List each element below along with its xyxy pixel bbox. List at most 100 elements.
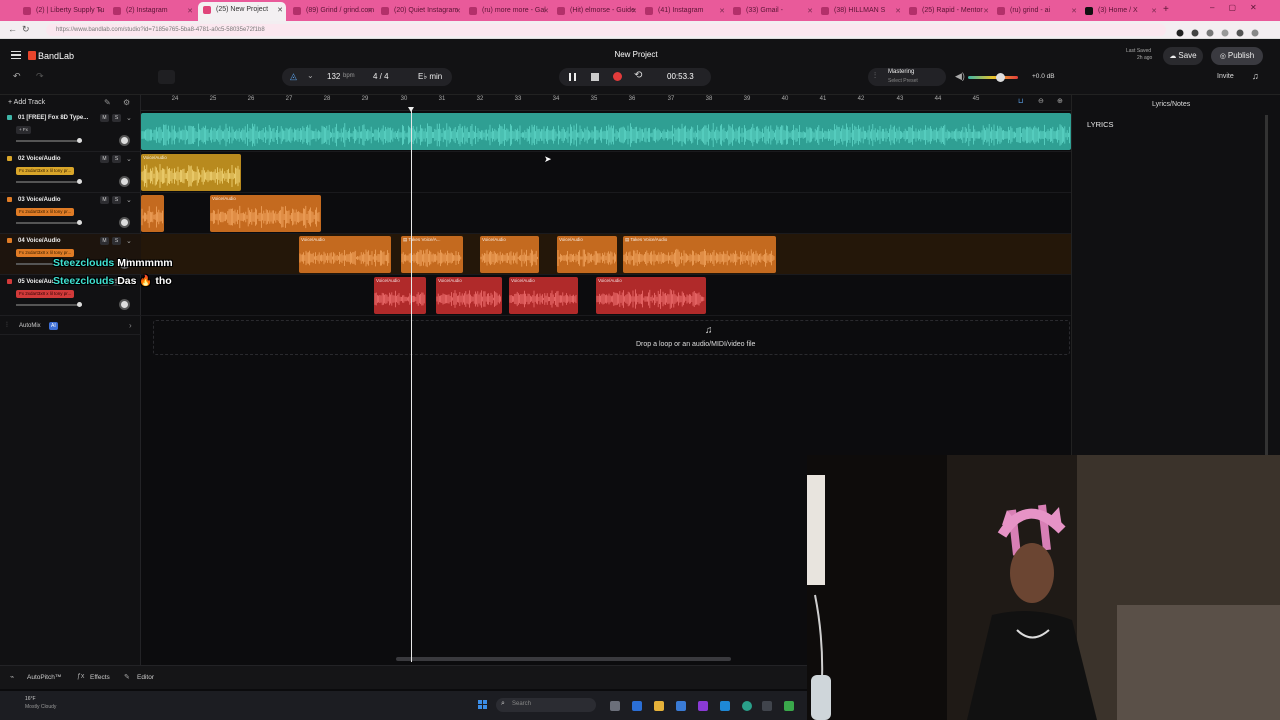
track-volume-slider[interactable] (16, 179, 82, 184)
audio-clip[interactable]: Voice/Audio (299, 236, 391, 273)
close-icon[interactable]: ✕ (1151, 7, 1157, 15)
bpm-value[interactable]: 132 (327, 72, 340, 81)
browser-tab[interactable]: (38) HILLMAN S ✕ (816, 3, 904, 19)
close-icon[interactable]: ✕ (983, 7, 989, 15)
add-track-button[interactable]: + Add Track (8, 99, 45, 106)
track-lane-2[interactable]: Voice/Audio (141, 152, 1071, 193)
back-icon[interactable]: ← (8, 24, 17, 34)
close-icon[interactable]: ✕ (187, 7, 193, 15)
audio-clip[interactable]: Voice/Audio (557, 236, 617, 273)
speaker-icon[interactable]: ◀) (955, 71, 965, 82)
effects-tab[interactable]: Effects (90, 674, 110, 681)
master-volume-slider[interactable] (968, 73, 1018, 82)
track-fx-button[interactable]: Fx 2xdart3x8 x lil tony pr... (16, 167, 75, 175)
audio-clip[interactable]: Voice/Audio (374, 277, 426, 314)
audio-clip[interactable]: Voice/Audio (596, 277, 706, 314)
chevron-down-icon[interactable]: ⌄ (307, 71, 314, 80)
pan-knob[interactable] (119, 176, 130, 187)
zoom-in-icon[interactable]: ⊕ (1057, 97, 1063, 105)
tool-pencil-icon[interactable]: ✎ (104, 98, 111, 107)
key-signature[interactable]: E♭ min (418, 72, 442, 81)
track-fx-button[interactable]: + Fx (16, 126, 31, 134)
chevron-right-icon[interactable]: › (129, 321, 132, 330)
mute-button[interactable]: M (100, 237, 109, 245)
close-icon[interactable]: ✕ (455, 7, 461, 15)
audio-clip[interactable]: Voice/Audio (210, 195, 321, 232)
zoom-out-icon[interactable]: ⊖ (1038, 97, 1044, 105)
metronome-icon[interactable]: ◬ (290, 71, 297, 82)
browser-tab[interactable]: (ru) more more - Gal ✕ (464, 3, 552, 19)
close-icon[interactable]: ✕ (719, 7, 725, 15)
track-name[interactable]: 02 Voice/Audio (18, 156, 61, 162)
close-icon[interactable]: ✕ (543, 7, 549, 15)
track-lane-1[interactable] (141, 111, 1071, 152)
track-volume-slider[interactable] (16, 138, 82, 143)
automix-row[interactable]: ⫶ AutoMix AI › (0, 319, 141, 335)
audio-clip[interactable] (141, 195, 164, 232)
track-header-2[interactable]: 02 Voice/Audio M S ⌄ Fx 2xdart3x8 x lil … (0, 152, 141, 193)
track-name[interactable]: 03 Voice/Audio (18, 197, 61, 203)
audio-clip[interactable] (141, 113, 1071, 150)
playhead[interactable] (411, 108, 412, 662)
audio-clip[interactable]: Voice/Audio (436, 277, 502, 314)
time-signature[interactable]: 4 / 4 (373, 72, 389, 81)
close-icon[interactable]: ✕ (97, 7, 103, 15)
extension-icons[interactable] (1175, 25, 1265, 37)
track-volume-slider[interactable] (16, 302, 82, 307)
slider-handle[interactable] (77, 302, 82, 307)
browser-tab[interactable]: (2) Instagram ✕ (108, 3, 196, 19)
url-input[interactable]: https://www.bandlab.com/studio?id=7185e7… (46, 24, 1166, 36)
playhead-marker-icon[interactable] (408, 107, 414, 112)
track-name[interactable]: 01 [FREE] Fox 8D Type... (18, 115, 88, 121)
audio-clip[interactable]: Voice/Audio (509, 277, 578, 314)
slider-handle[interactable] (77, 220, 82, 225)
volume-slider-handle[interactable] (996, 73, 1005, 82)
editor-tab[interactable]: Editor (137, 674, 154, 681)
lyrics-label[interactable]: LYRICS (1087, 120, 1114, 129)
track-header-3[interactable]: 03 Voice/Audio M S ⌄ Fx 2xdart3x8 x lil … (0, 193, 141, 234)
browser-tab[interactable]: (ru) grind - ai ✕ (992, 3, 1080, 19)
track-fx-button[interactable]: Fx 2xdart3x8 x lil tony pr... (16, 208, 75, 216)
track-header-1[interactable]: 01 [FREE] Fox 8D Type... M S ⌄ + Fx (0, 111, 141, 152)
close-icon[interactable]: ✕ (895, 7, 901, 15)
audio-clip[interactable]: Voice/Audio (141, 154, 241, 191)
track-lane-3[interactable]: Voice/Audio (141, 193, 1071, 234)
pan-knob[interactable] (119, 299, 130, 310)
windows-start-icon[interactable] (478, 700, 487, 709)
chevron-down-icon[interactable]: ⌄ (126, 196, 132, 204)
close-icon[interactable]: ✕ (277, 6, 283, 14)
close-icon[interactable]: ✕ (1071, 7, 1077, 15)
taskbar-app-icons[interactable] (610, 699, 800, 711)
loop-icon[interactable]: ⟲ (634, 70, 642, 81)
mute-button[interactable]: M (100, 155, 109, 163)
pan-knob[interactable] (119, 135, 130, 146)
audio-clip[interactable]: Voice/Audio (480, 236, 539, 273)
project-title[interactable]: New Project (600, 50, 672, 59)
tool-settings-icon[interactable]: ⚙ (123, 98, 130, 107)
track-lane-4[interactable]: Voice/Audio ▤ Takes Voice/A... Voice/Aud… (141, 234, 1071, 275)
close-icon[interactable]: ✕ (807, 7, 813, 15)
chevron-down-icon[interactable]: ⌄ (126, 155, 132, 163)
close-icon[interactable]: ✕ (631, 7, 637, 15)
new-tab-icon[interactable]: + (1163, 4, 1169, 15)
browser-tab[interactable]: (89) Grind / grind.com ✕ (288, 3, 376, 19)
horizontal-scrollbar[interactable] (396, 657, 731, 661)
drop-zone[interactable]: ♫ Drop a loop or an audio/MIDI/video fil… (153, 320, 1070, 355)
undo-icon[interactable]: ↶ (13, 71, 21, 82)
chevron-down-icon[interactable]: ⌄ (126, 114, 132, 122)
track-name[interactable]: 04 Voice/Audio (18, 238, 61, 244)
track-lane-5[interactable]: Voice/Audio Voice/Audio Voice/Audio Voic… (141, 275, 1071, 316)
solo-button[interactable]: S (112, 196, 121, 204)
audio-clip[interactable]: ▤ Takes Voice/Audio (623, 236, 776, 273)
invite-button[interactable]: Invite (1217, 73, 1234, 80)
close-icon[interactable]: ✕ (367, 7, 373, 15)
track-fx-button[interactable]: Fx 2xdart3x8 x lil tony pr... (16, 249, 75, 257)
solo-button[interactable]: S (112, 155, 121, 163)
menu-icon[interactable] (11, 51, 21, 59)
mute-button[interactable]: M (100, 196, 109, 204)
view-toggle-icon[interactable] (158, 70, 175, 84)
browser-tab[interactable]: (20) Quiet Instagram ✕ (376, 3, 464, 19)
bell-icon[interactable]: ♫ (1252, 71, 1259, 81)
snap-icon[interactable]: ⊔ (1018, 97, 1023, 105)
pause-icon[interactable] (569, 73, 576, 81)
